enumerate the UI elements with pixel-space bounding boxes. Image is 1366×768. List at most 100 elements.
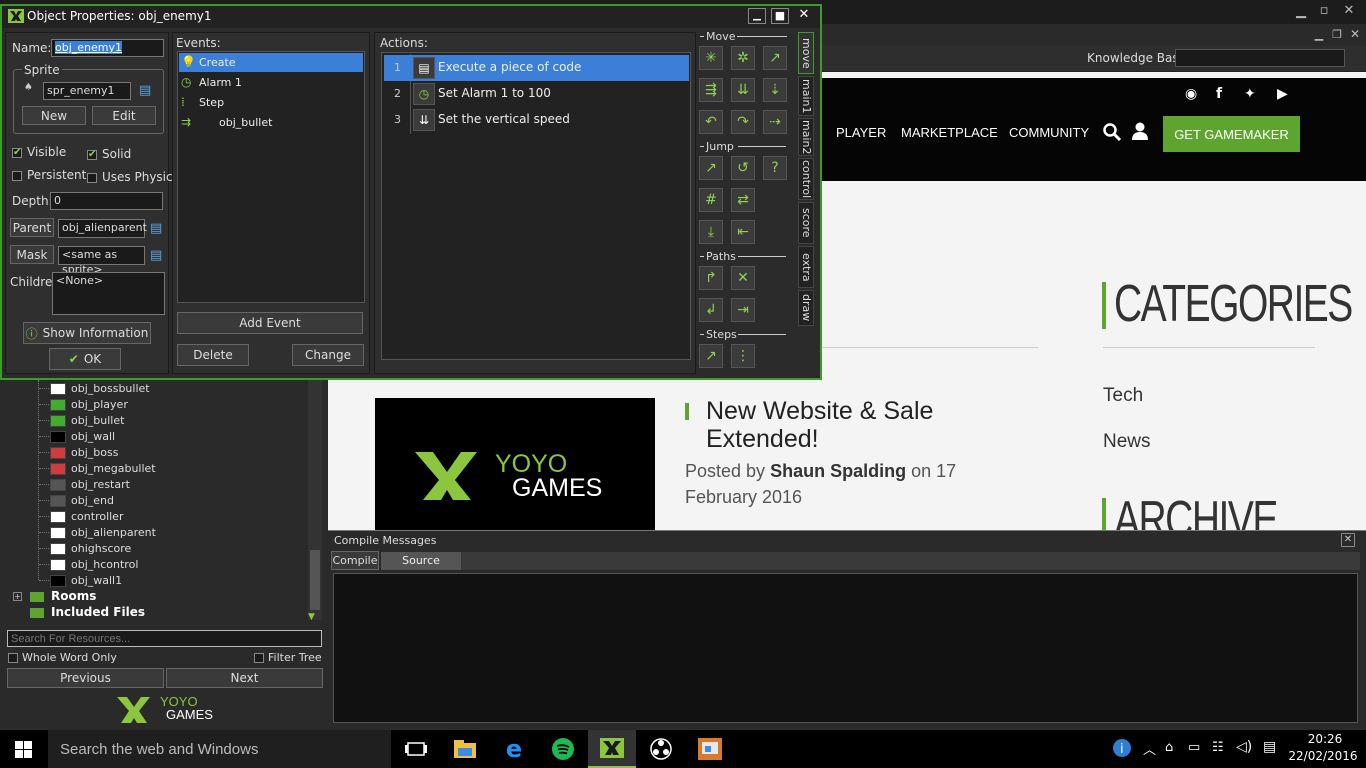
- action-center-icon[interactable]: ▤: [1263, 739, 1276, 755]
- tree-item[interactable]: obj_player: [71, 398, 128, 411]
- wifi-icon[interactable]: ☷: [1212, 740, 1224, 755]
- move-fixed-icon[interactable]: ✳: [699, 46, 723, 70]
- speed-horizontal-icon[interactable]: ⇶: [699, 78, 723, 102]
- search-icon[interactable]: [1103, 123, 1121, 141]
- next-button[interactable]: Next: [166, 668, 323, 688]
- tab-move[interactable]: move: [798, 32, 814, 74]
- children-list[interactable]: <None>: [52, 272, 165, 315]
- step-avoid-icon[interactable]: ⋮: [731, 344, 755, 368]
- sprite-edit-button[interactable]: Edit: [92, 106, 156, 125]
- minimize-button[interactable]: ▁: [1290, 4, 1312, 19]
- tab-main1[interactable]: main1: [798, 76, 814, 116]
- parent-menu-icon[interactable]: ▤: [150, 221, 162, 236]
- action-item[interactable]: 1 ▤ Execute a piece of code: [384, 55, 689, 81]
- windows-start-icon[interactable]: [15, 741, 32, 758]
- delete-event-button[interactable]: Delete: [177, 344, 249, 366]
- mask-button[interactable]: Mask: [10, 245, 54, 264]
- filter-tree-checkbox[interactable]: [254, 653, 264, 663]
- jump-random-icon[interactable]: ?: [763, 156, 787, 180]
- file-explorer-icon[interactable]: [441, 730, 489, 768]
- action-item[interactable]: 3 ⇊ Set the vertical speed: [384, 107, 689, 133]
- event-item[interactable]: ⇉ obj_bullet: [179, 113, 363, 132]
- onedrive-icon[interactable]: ⌂: [1165, 740, 1173, 755]
- knowledge-base-input[interactable]: [1175, 49, 1345, 67]
- whole-word-checkbox[interactable]: [8, 653, 18, 663]
- tree-item[interactable]: obj_wall: [71, 430, 115, 443]
- tree-item[interactable]: ohighscore: [71, 542, 131, 555]
- maximize-button[interactable]: ▫: [1313, 3, 1335, 18]
- tray-overflow-icon[interactable]: ︿: [1143, 739, 1156, 758]
- tab-score[interactable]: score: [798, 202, 814, 244]
- move-contact-icon[interactable]: ⤓: [699, 220, 723, 244]
- move-free-icon[interactable]: ✲: [731, 46, 755, 70]
- add-event-button[interactable]: Add Event: [177, 312, 363, 334]
- user-icon[interactable]: [1131, 122, 1149, 140]
- search-resources-input[interactable]: [7, 630, 322, 647]
- dialog-minimize-button[interactable]: ▁: [748, 8, 766, 24]
- tree-item[interactable]: obj_restart: [71, 478, 130, 491]
- tree-item[interactable]: obj_end: [71, 494, 114, 507]
- wrap-screen-icon[interactable]: ⇄: [731, 188, 755, 212]
- clock-time[interactable]: 20:26: [1300, 732, 1350, 746]
- tree-item[interactable]: obj_wall1: [71, 574, 122, 587]
- get-gamemaker-button[interactable]: GET GAMEMAKER: [1163, 116, 1300, 152]
- reverse-horizontal-icon[interactable]: ↶: [699, 110, 723, 134]
- tree-item[interactable]: obj_hcontrol: [71, 558, 138, 571]
- taskbar-search[interactable]: Search the web and Windows: [48, 730, 391, 768]
- tab-compile[interactable]: Compile: [331, 551, 379, 570]
- uses-physics-checkbox[interactable]: [87, 173, 97, 183]
- tab-draw[interactable]: draw: [798, 290, 814, 326]
- obs-icon[interactable]: [637, 730, 685, 768]
- jump-start-icon[interactable]: ↺: [731, 156, 755, 180]
- tree-item[interactable]: controller: [71, 510, 123, 523]
- sprite-new-button[interactable]: New: [22, 106, 86, 125]
- parent-button[interactable]: Parent: [10, 218, 54, 237]
- tree-item[interactable]: obj_bullet: [71, 414, 124, 427]
- previous-button[interactable]: Previous: [7, 668, 164, 688]
- spotify-icon[interactable]: [539, 730, 587, 768]
- edge-icon[interactable]: e: [490, 730, 538, 768]
- bounce-icon[interactable]: ⇤: [731, 220, 755, 244]
- post-image[interactable]: YOYO GAMES: [375, 398, 655, 530]
- compile-close-icon[interactable]: ✕: [1341, 533, 1355, 547]
- name-field[interactable]: obj_enemy1: [51, 39, 164, 57]
- doc-close-button[interactable]: ✕: [1344, 27, 1366, 41]
- clock-date[interactable]: 22/02/2016: [1288, 749, 1358, 763]
- nav-player[interactable]: PLAYER: [836, 125, 886, 140]
- tab-main2[interactable]: main2: [798, 118, 814, 156]
- friction-icon[interactable]: ⇢: [763, 110, 787, 134]
- post-title[interactable]: New Website & Sale Extended!: [706, 397, 1036, 453]
- category-news[interactable]: News: [1103, 431, 1151, 453]
- tree-item[interactable]: obj_alienparent: [71, 526, 156, 539]
- close-button[interactable]: ✕: [1338, 3, 1360, 18]
- action-item[interactable]: 2 ◷ Set Alarm 1 to 100: [384, 81, 689, 107]
- nav-marketplace[interactable]: MARKETPLACE: [901, 125, 998, 140]
- tree-item[interactable]: obj_boss: [71, 446, 118, 459]
- mask-menu-icon[interactable]: ▤: [150, 248, 162, 263]
- depth-field[interactable]: 0: [50, 192, 163, 210]
- event-item[interactable]: 💡 Create: [179, 53, 363, 72]
- sprite-field[interactable]: spr_enemy1: [43, 82, 131, 100]
- post-author[interactable]: Shaun Spalding: [770, 461, 906, 481]
- nav-community[interactable]: COMMUNITY: [1009, 125, 1089, 140]
- ok-button[interactable]: ✔ OK: [49, 348, 121, 370]
- solid-checkbox[interactable]: ✔: [87, 150, 97, 160]
- rooms-folder[interactable]: Rooms: [51, 589, 96, 603]
- youtube-icon[interactable]: ▶: [1277, 86, 1288, 102]
- volume-icon[interactable]: ◁): [1236, 739, 1252, 755]
- reverse-vertical-icon[interactable]: ↷: [731, 110, 755, 134]
- dialog-maximize-button[interactable]: ■: [771, 8, 789, 24]
- sprite-menu-icon[interactable]: ▤: [139, 83, 151, 98]
- jump-position-icon[interactable]: ↗: [699, 156, 723, 180]
- compile-output[interactable]: [333, 573, 1358, 723]
- event-item[interactable]: ◷ Alarm 1: [179, 73, 363, 92]
- persistent-checkbox[interactable]: [12, 171, 22, 181]
- event-item[interactable]: ⁞ Step: [179, 93, 363, 112]
- step-towards-icon[interactable]: ↗: [699, 344, 723, 368]
- tab-control[interactable]: control: [798, 158, 814, 200]
- notification-badge-icon[interactable]: i: [1108, 736, 1134, 762]
- align-grid-icon[interactable]: #: [699, 188, 723, 212]
- rss-icon[interactable]: ◉: [1185, 86, 1197, 102]
- category-tech[interactable]: Tech: [1103, 385, 1143, 407]
- tree-scroll-thumb[interactable]: [310, 550, 320, 610]
